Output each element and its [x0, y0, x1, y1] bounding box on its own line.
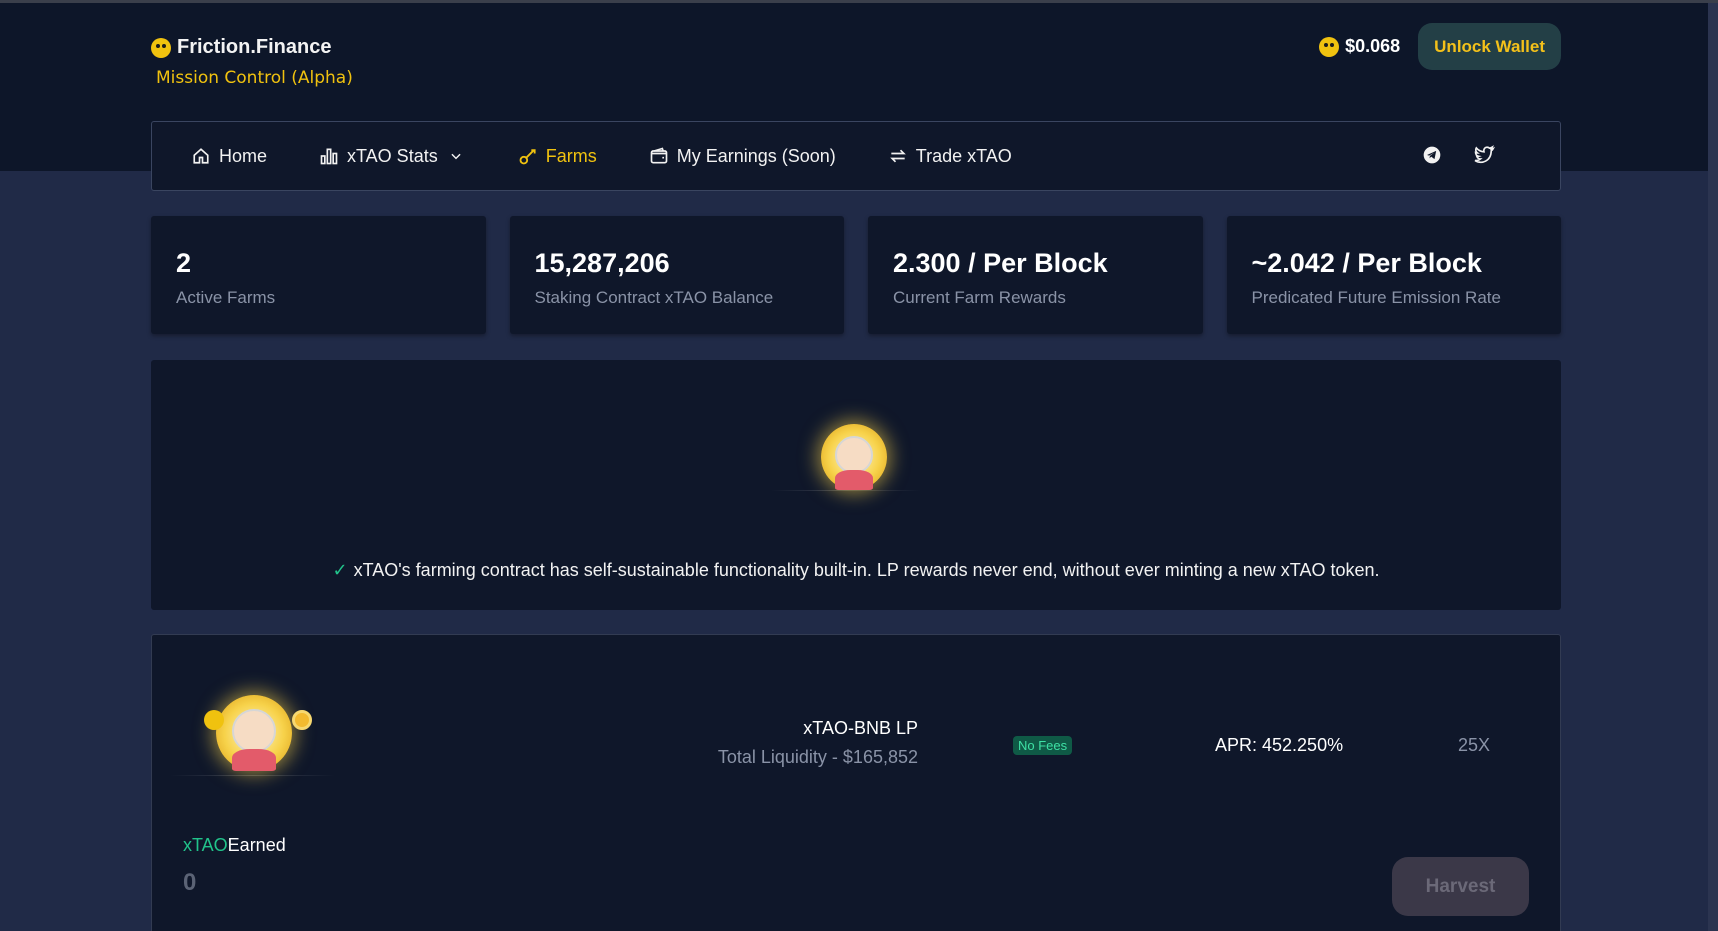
friction-coin-icon — [151, 37, 171, 58]
earned-token: xTAO — [183, 835, 228, 855]
earned-value: 0 — [183, 869, 197, 896]
home-icon — [191, 146, 211, 166]
mascot-body — [232, 749, 276, 771]
mascot-face — [232, 709, 276, 753]
twitter-icon[interactable] — [1473, 144, 1495, 166]
token-price-value: $0.068 — [1345, 36, 1401, 56]
stat-label: Predicated Future Emission Rate — [1251, 288, 1501, 307]
nav-item-farms[interactable]: Farms — [518, 146, 597, 167]
stats-row: 2 Active Farms 15,287,206 Staking Contra… — [151, 216, 1561, 334]
page-scrollbar-track[interactable] — [1708, 3, 1718, 931]
info-message: ✓ xTAO's farming contract has self-sustai… — [151, 560, 1561, 581]
unlock-wallet-button[interactable]: Unlock Wallet — [1418, 23, 1561, 70]
nav-item-label: xTAO Stats — [347, 145, 438, 166]
price-area: $0.068 Unlock Wallet — [1319, 23, 1561, 70]
info-panel: ✓ xTAO's farming contract has self-sustai… — [151, 360, 1561, 610]
multiplier-value: 25X — [1458, 735, 1491, 755]
info-text: xTAO's farming contract has self-sustain… — [353, 560, 1380, 580]
swap-icon — [888, 146, 908, 166]
nav-item-label: Home — [219, 145, 268, 166]
pair-name: xTAO-BNB LP — [803, 718, 918, 738]
nav-item-label: Farms — [545, 145, 597, 166]
page-container: Friction.Finance Mission Control (Alpha)… — [151, 0, 1561, 931]
total-liquidity: Total Liquidity - $165,852 — [717, 747, 918, 767]
brand-name: Friction.Finance — [177, 36, 332, 58]
mascot-ground-line — [170, 775, 335, 776]
nav-item-label: Trade xTAO — [915, 145, 1012, 166]
checkmark-icon: ✓ — [332, 560, 348, 580]
mascot-ground-line — [771, 490, 921, 491]
stat-label: Current Farm Rewards — [893, 288, 1066, 307]
nav-item-home[interactable]: Home — [191, 146, 267, 167]
stat-card-staking-balance: 15,287,206 Staking Contract xTAO Balance — [509, 216, 844, 334]
xtao-coin-icon — [204, 710, 224, 730]
nav-item-trade-xtao[interactable]: Trade xTAO — [888, 146, 1012, 167]
telegram-icon[interactable] — [1421, 144, 1443, 166]
nav-item-label: My Earnings (Soon) — [676, 145, 836, 166]
stat-label: Active Farms — [176, 288, 276, 307]
stat-value: ~2.042 / Per Block — [1251, 248, 1482, 278]
farm-tool-icon — [518, 146, 538, 166]
wallet-icon — [649, 146, 669, 166]
harvest-button[interactable]: Harvest — [1392, 857, 1529, 916]
brand-block[interactable]: Friction.Finance Mission Control (Alpha) — [151, 36, 353, 88]
mascot-face — [835, 436, 873, 474]
bar-chart-icon — [319, 146, 339, 166]
stat-label: Staking Contract xTAO Balance — [534, 288, 774, 307]
nav-item-xtao-stats[interactable]: xTAO Stats — [319, 146, 466, 167]
earned-label: xTAOEarned — [183, 835, 286, 856]
earned-suffix: Earned — [227, 835, 286, 855]
stat-card-future-emission: ~2.042 / Per Block Predicated Future Emi… — [1226, 216, 1561, 334]
nav-item-my-earnings[interactable]: My Earnings (Soon) — [649, 146, 836, 167]
main-nav: Home xTAO Stats Farms My Earnings (Soon) — [151, 121, 1561, 191]
brand-subtitle: Mission Control (Alpha) — [156, 68, 353, 88]
mascot-body — [835, 470, 873, 490]
stat-card-active-farms: 2 Active Farms — [151, 216, 486, 334]
stat-value: 2 — [176, 248, 192, 278]
chevron-down-icon — [446, 146, 466, 166]
farm-card: xTAO-BNB LP Total Liquidity - $165,852 N… — [151, 634, 1561, 931]
stat-card-current-rewards: 2.300 / Per Block Current Farm Rewards — [868, 216, 1203, 334]
token-price: $0.068 — [1319, 36, 1400, 57]
bnb-coin-icon — [292, 710, 312, 730]
stat-value: 2.300 / Per Block — [893, 248, 1108, 278]
social-links — [1421, 144, 1495, 166]
friction-coin-icon — [1319, 36, 1340, 57]
apr-value: APR: 452.250% — [1215, 735, 1344, 755]
no-fees-badge: No Fees — [1013, 736, 1073, 755]
stat-value: 15,287,206 — [534, 248, 670, 278]
